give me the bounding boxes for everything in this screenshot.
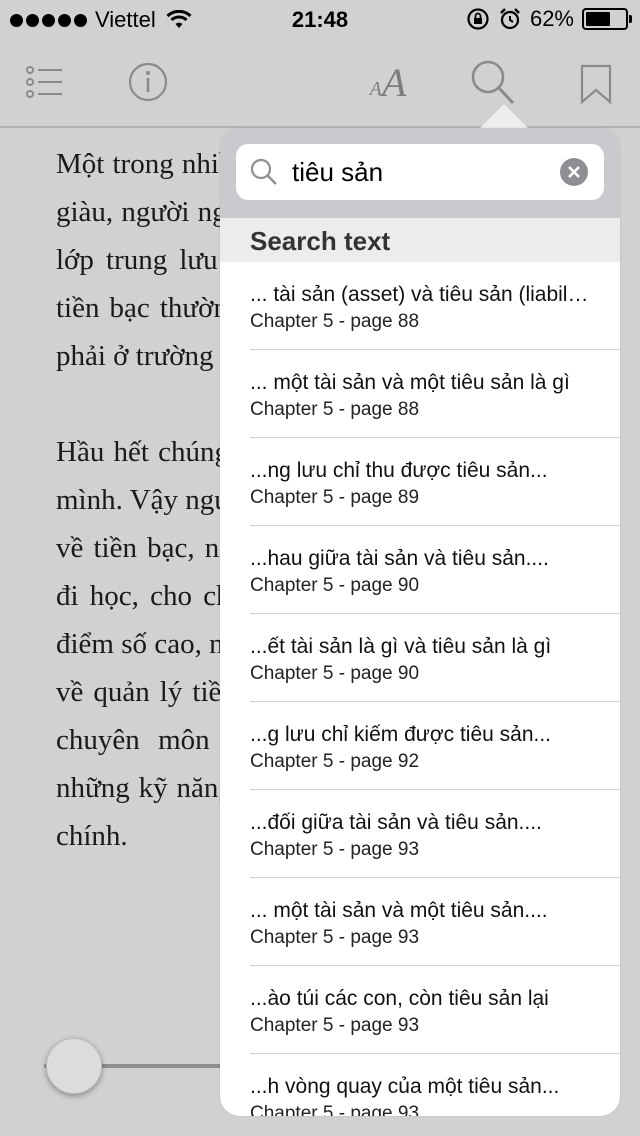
status-bar: Viettel 21:48 62% [0, 0, 640, 40]
result-snippet: ... tài sản (asset) và tiêu sản (liabili… [250, 283, 590, 306]
result-location: Chapter 5 - page 89 [250, 487, 420, 508]
search-result-item[interactable]: ...hau giữa tài sản và tiêu sản.... Chapt… [250, 526, 620, 614]
close-icon [568, 166, 580, 178]
search-result-item[interactable]: ...ết tài sản là gì và tiêu sản là gì Cha… [250, 614, 620, 702]
search-bar-container [220, 128, 620, 218]
search-icon [471, 60, 515, 105]
battery-icon [582, 8, 632, 30]
info-icon [128, 62, 168, 102]
popover-arrow [478, 104, 530, 130]
search-input[interactable] [292, 154, 552, 190]
search-result-item[interactable]: ...đối giữa tài sản và tiêu sản.... Chapt… [250, 790, 620, 878]
result-snippet: ...hau giữa tài sản và tiêu sản.... [250, 547, 549, 570]
search-field[interactable] [236, 144, 604, 200]
battery-fill [586, 12, 610, 26]
font-size-icon: A [381, 59, 407, 105]
font-size-button[interactable]: AA [364, 58, 412, 106]
font-size-icon-small: A [369, 77, 382, 100]
search-result-item[interactable]: ...h vòng quay của một tiêu sản... Chapte… [250, 1054, 620, 1116]
clear-search-button[interactable] [560, 158, 588, 186]
result-snippet: ... một tài sản và một tiêu sản là gì [250, 371, 570, 394]
table-of-contents-icon [26, 66, 62, 98]
section-header: Search text [220, 218, 620, 262]
result-location: Chapter 5 - page 93 [250, 1015, 420, 1036]
info-button[interactable] [126, 60, 170, 104]
result-location: Chapter 5 - page 90 [250, 575, 420, 596]
search-result-item[interactable]: ...g lưu chỉ kiếm được tiêu sản... Chapte… [250, 702, 620, 790]
page-slider-knob[interactable] [46, 1038, 102, 1094]
reader-toolbar: AA [0, 40, 640, 128]
result-location: Chapter 5 - page 90 [250, 663, 420, 684]
search-field-icon [250, 158, 277, 185]
result-snippet: ...đối giữa tài sản và tiêu sản.... [250, 811, 542, 834]
status-right: 62% [466, 6, 632, 32]
search-result-item[interactable]: ...ào túi các con, còn tiêu sản lại Chapt… [250, 966, 620, 1054]
result-location: Chapter 5 - page 88 [250, 311, 420, 332]
search-result-item[interactable]: ... một tài sản và một tiêu sản là gì Cha… [250, 350, 620, 438]
bookmark-icon [580, 64, 612, 104]
bookmark-button[interactable] [578, 62, 614, 106]
result-snippet: ...ng lưu chỉ thu được tiêu sản... [250, 459, 548, 482]
search-popover: Search text ... tài sản (asset) và tiêu … [220, 128, 620, 1116]
result-snippet: ...ào túi các con, còn tiêu sản lại [250, 987, 549, 1010]
result-location: Chapter 5 - page 88 [250, 399, 420, 420]
result-location: Chapter 5 - page 93 [250, 1103, 420, 1116]
result-location: Chapter 5 - page 92 [250, 751, 420, 772]
search-result-item[interactable]: ... một tài sản và một tiêu sản.... Chapt… [250, 878, 620, 966]
result-snippet: ...h vòng quay của một tiêu sản... [250, 1075, 560, 1098]
result-snippet: ... một tài sản và một tiêu sản.... [250, 899, 548, 922]
table-of-contents-button[interactable] [22, 60, 66, 104]
search-button[interactable] [466, 56, 518, 108]
result-location: Chapter 5 - page 93 [250, 927, 420, 948]
result-snippet: ...g lưu chỉ kiếm được tiêu sản... [250, 723, 552, 746]
rotation-lock-icon [467, 8, 489, 30]
result-location: Chapter 5 - page 93 [250, 839, 420, 860]
search-results-list: ... tài sản (asset) và tiêu sản (liabili… [220, 262, 620, 1116]
alarm-icon [500, 8, 520, 30]
result-snippet: ...ết tài sản là gì và tiêu sản là gì [250, 635, 552, 658]
search-result-item[interactable]: ...ng lưu chỉ thu được tiêu sản... Chapte… [250, 438, 620, 526]
search-result-item[interactable]: ... tài sản (asset) và tiêu sản (liabili… [250, 262, 620, 350]
battery-percent: 62% [529, 6, 574, 31]
